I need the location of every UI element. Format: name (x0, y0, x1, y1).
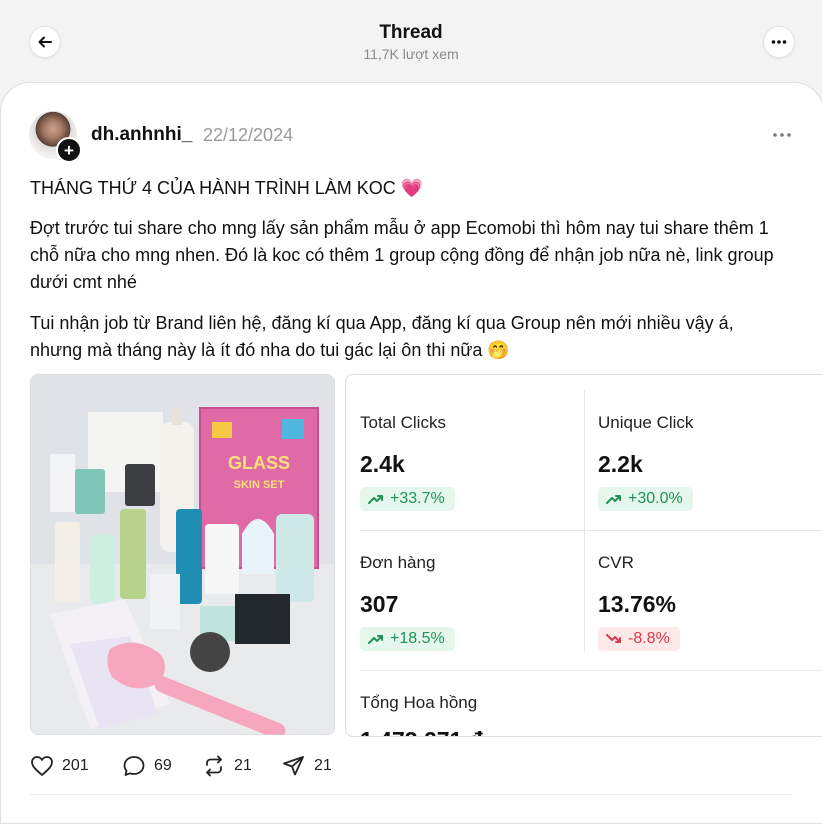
like-button[interactable]: 201 (30, 755, 89, 777)
send-icon (283, 756, 304, 776)
box-title-text: GLASS (228, 453, 290, 473)
post-username[interactable]: dh.anhnhi_ (91, 124, 192, 146)
top-bar: Thread 11,7K lượt xem (0, 0, 822, 84)
repost-count: 21 (234, 757, 252, 774)
stat-change: +18.5% (390, 630, 445, 647)
stats-panel: Total Clicks 2.4k +33.7% Unique Click 2.… (345, 374, 822, 737)
box-subtitle-text: SKIN SET (234, 479, 285, 491)
stat-orders: Đơn hàng 307 +18.5% (346, 515, 584, 670)
trend-up-icon (606, 495, 621, 504)
post-paragraph: Đợt trước tui share cho mng lấy sản phẩm… (30, 218, 774, 292)
trend-up-icon (368, 495, 383, 504)
post-heading: THÁNG THỨ 4 CỦA HÀNH TRÌNH LÀM KOC 💗 (30, 178, 424, 198)
more-horizontal-icon (773, 133, 791, 137)
stat-change-badge: -8.8% (598, 627, 680, 651)
repost-icon (206, 755, 222, 777)
stat-cvr: CVR 13.76% -8.8% (584, 515, 822, 670)
stat-value-clipped: 1.473.271 đ (360, 727, 483, 736)
stat-change: +30.0% (628, 490, 683, 507)
view-count: 11,7K lượt xem (363, 46, 459, 62)
stat-change-badge: +30.0% (598, 487, 693, 511)
more-options-button[interactable] (763, 26, 795, 58)
stat-change: -8.8% (628, 630, 670, 647)
stat-change-badge: +33.7% (360, 487, 455, 511)
like-count: 201 (62, 757, 89, 774)
stat-unique-click: Unique Click 2.2k +30.0% (584, 375, 822, 530)
comment-button[interactable]: 69 (122, 755, 172, 777)
stat-label: Total Clicks (360, 413, 446, 432)
stat-label: CVR (598, 553, 634, 572)
stat-value: 13.76% (598, 591, 677, 617)
share-button[interactable]: 21 (282, 755, 332, 777)
share-count: 21 (314, 757, 332, 774)
more-horizontal-icon (771, 40, 787, 44)
comment-icon (123, 756, 145, 776)
page-title: Thread (379, 22, 443, 43)
trend-down-icon (606, 634, 621, 643)
stat-value: 2.4k (360, 451, 405, 477)
stat-label: Tổng Hoa hồng (360, 693, 478, 712)
post-date: 22/12/2024 (203, 125, 294, 145)
divider (30, 794, 792, 795)
stat-label: Unique Click (598, 413, 694, 432)
repost-button[interactable]: 21 (202, 755, 252, 777)
stat-change: +33.7% (390, 490, 445, 507)
products-photo-illustration: GLASS SKIN SET (30, 374, 335, 735)
stat-value: 307 (360, 591, 399, 617)
stat-label: Đơn hàng (360, 553, 436, 572)
post-paragraph: Tui nhận job từ Brand liên hệ, đăng kí q… (30, 313, 734, 360)
comment-count: 69 (154, 757, 172, 774)
stat-value: 2.2k (598, 451, 643, 477)
stat-total-commission: Tổng Hoa hồng (346, 655, 584, 736)
stat-total-clicks: Total Clicks 2.4k +33.7% (346, 375, 584, 530)
post-photo[interactable]: GLASS SKIN SET (30, 374, 335, 735)
heart-icon (31, 756, 53, 776)
trend-up-icon (368, 635, 383, 644)
post-more-button[interactable] (768, 126, 796, 144)
follow-plus-icon[interactable]: + (56, 137, 82, 163)
stat-change-badge: +18.5% (360, 627, 455, 651)
